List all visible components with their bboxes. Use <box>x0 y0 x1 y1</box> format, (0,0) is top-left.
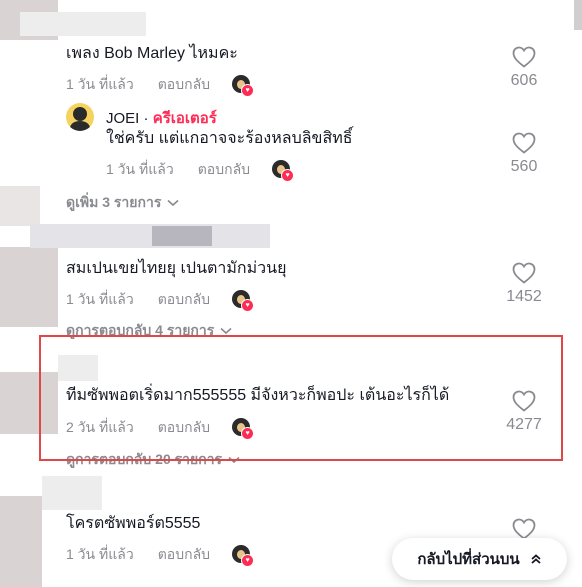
creator-liked-icon: ♥ <box>272 160 295 182</box>
reply-header: JOEI · ครีเอเตอร์ <box>106 106 217 130</box>
reply-meta: 1 วัน ที่แล้ว ตอบกลับ ♥ <box>106 159 295 182</box>
comment-text: โครตซัพพอร์ต5555 <box>66 515 201 532</box>
comment-meta: 1 วัน ที่แล้ว ตอบกลับ ♥ <box>66 544 255 567</box>
avatar[interactable] <box>0 247 58 327</box>
comment-date: 1 วัน ที่แล้ว <box>66 76 134 92</box>
reply-button[interactable]: ตอบกลับ <box>158 74 210 96</box>
creator-avatar[interactable] <box>66 103 94 131</box>
creator-liked-icon: ♥ <box>232 290 255 312</box>
heart-icon <box>512 262 536 284</box>
comment-text: สมเปนเขยไทยยุ เปนตามักม่วนยุ <box>66 260 287 277</box>
avatar[interactable] <box>0 496 42 587</box>
reply-button[interactable]: ตอบกลับ <box>158 289 210 311</box>
reply-date: 1 วัน ที่แล้ว <box>106 161 174 177</box>
like-count: 560 <box>510 158 538 175</box>
reply-separator: · <box>143 110 149 127</box>
back-to-top-button[interactable]: กลับไปที่ส่วนบน <box>392 538 567 580</box>
comment-date: 1 วัน ที่แล้ว <box>66 546 134 562</box>
comment-text: เพลง Bob Marley ไหมคะ <box>66 45 238 62</box>
heart-icon <box>512 132 536 154</box>
view-more-replies[interactable]: ดูเพิ่ม 3 รายการ <box>66 192 179 214</box>
comment-meta: 1 วัน ที่แล้ว ตอบกลับ ♥ <box>66 289 255 312</box>
reply-text: ใช่ครับ แต่แกอาจจะร้องหลบลิขสิทธิ์ <box>106 130 353 147</box>
comment-date: 1 วัน ที่แล้ว <box>66 291 134 307</box>
reply-author[interactable]: JOEI <box>106 110 139 127</box>
username-blurred[interactable] <box>20 12 146 36</box>
like-count: 1452 <box>506 288 542 305</box>
reply-button[interactable]: ตอบกลับ <box>158 544 210 566</box>
username-blurred[interactable] <box>42 476 102 510</box>
double-chevron-up-icon <box>531 554 541 564</box>
username-blurred[interactable] <box>30 224 270 248</box>
back-to-top-label: กลับไปที่ส่วนบน <box>417 551 520 568</box>
heart-icon <box>512 518 536 540</box>
view-more-label: ดูเพิ่ม 3 รายการ <box>66 194 162 210</box>
creator-liked-icon: ♥ <box>232 75 255 97</box>
like-count: 606 <box>510 72 538 89</box>
chevron-down-icon <box>220 327 232 335</box>
highlight-box <box>39 335 563 461</box>
like-button[interactable]: 1452 <box>494 262 554 306</box>
like-button[interactable]: 560 <box>494 132 554 176</box>
heart-icon <box>512 46 536 68</box>
reply-button[interactable]: ตอบกลับ <box>198 159 250 181</box>
chevron-down-icon <box>167 199 179 207</box>
scrollbar[interactable] <box>574 0 582 30</box>
creator-liked-icon: ♥ <box>232 545 255 567</box>
comment-meta: 1 วัน ที่แล้ว ตอบกลับ ♥ <box>66 74 255 97</box>
creator-badge: ครีเอเตอร์ <box>152 110 217 127</box>
username-blurred <box>152 226 212 246</box>
like-button[interactable]: 606 <box>494 46 554 90</box>
avatar[interactable] <box>0 186 40 226</box>
like-button[interactable] <box>494 518 554 540</box>
